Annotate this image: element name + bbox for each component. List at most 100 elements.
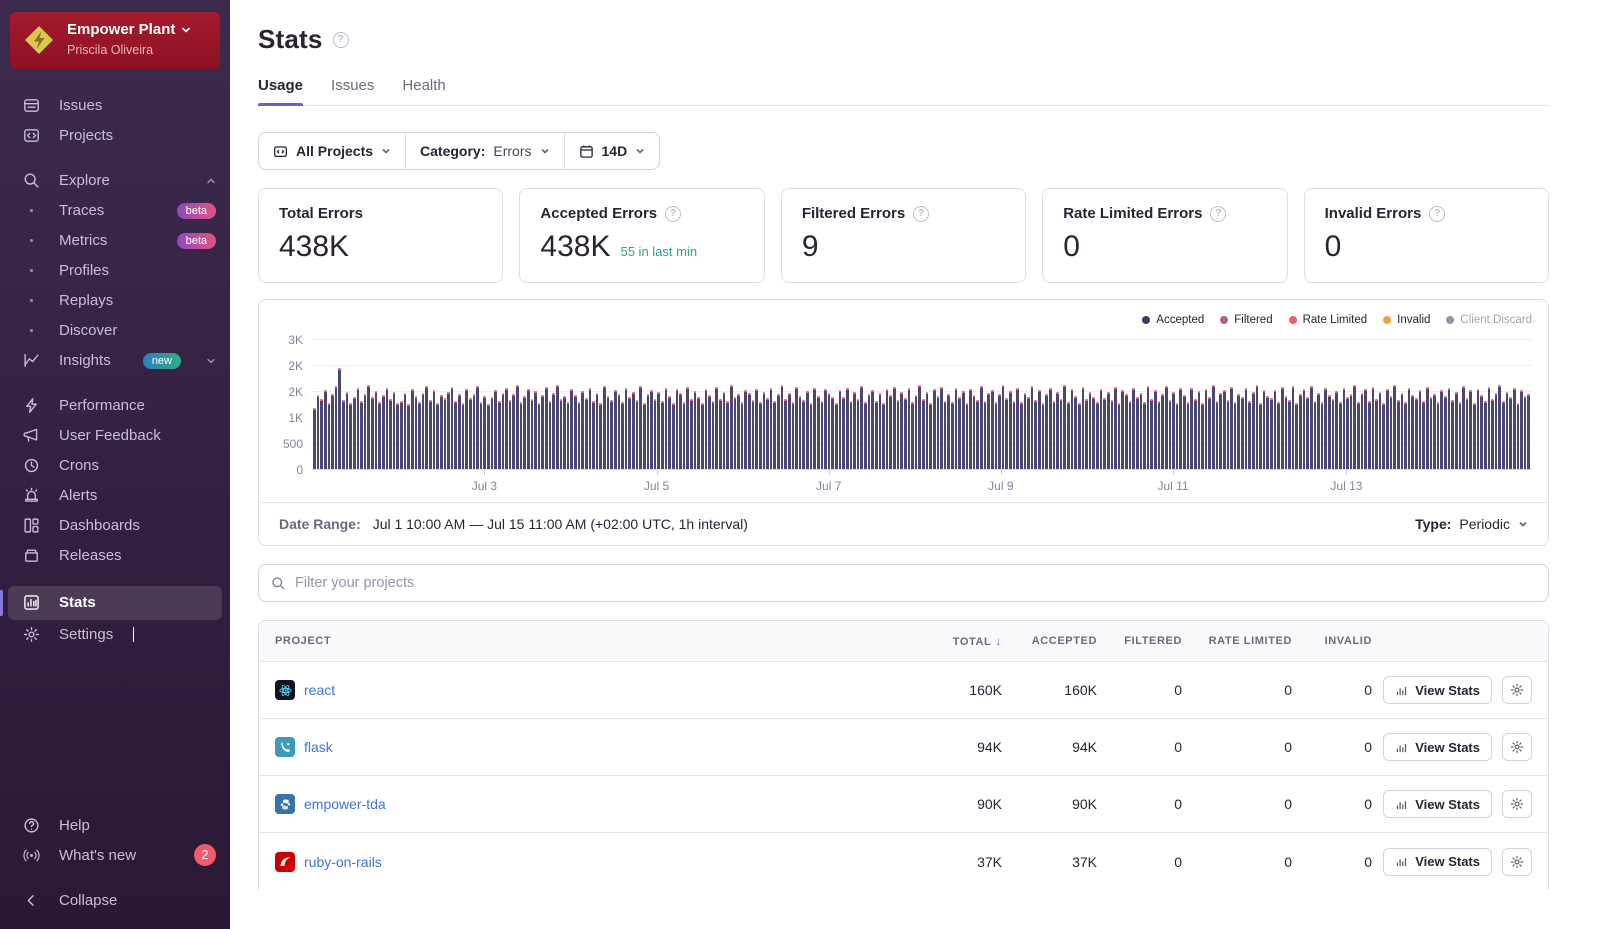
- tab-issues[interactable]: Issues: [331, 77, 374, 105]
- clock-icon: [22, 457, 40, 475]
- card-accepted-errors: Accepted Errors 438K55 in last min: [519, 188, 764, 283]
- category-label: Category:: [420, 143, 485, 159]
- usage-chart-card: Accepted Filtered Rate Limited Invalid C…: [258, 299, 1549, 546]
- project-selector-label: All Projects: [296, 143, 373, 159]
- card-value: 9: [802, 230, 819, 264]
- org-switcher[interactable]: Empower Plant Priscila Oliveira: [10, 12, 220, 69]
- y-axis-labels: 0 500 1K 2K 2K 3K: [275, 340, 311, 470]
- help-circle-icon[interactable]: [333, 32, 349, 48]
- help-circle-icon[interactable]: [913, 206, 929, 222]
- notification-count-badge: 2: [194, 844, 216, 866]
- org-name: Empower Plant: [67, 21, 175, 40]
- sidebar-item-issues[interactable]: Issues: [0, 91, 230, 121]
- help-circle-icon[interactable]: [1429, 206, 1445, 222]
- project-settings-button[interactable]: [1502, 848, 1532, 876]
- view-stats-button[interactable]: View Stats: [1383, 676, 1492, 704]
- sidebar-item-label: What's new: [59, 847, 136, 864]
- sidebar-item-alerts[interactable]: Alerts: [0, 481, 230, 511]
- col-total[interactable]: TOTAL: [953, 636, 992, 648]
- date-range-value: Jul 1 10:00 AM — Jul 15 11:00 AM (+02:00…: [373, 516, 748, 532]
- category-selector[interactable]: Category: Errors: [405, 133, 563, 169]
- sidebar-item-profiles[interactable]: Profiles: [0, 256, 230, 286]
- cell-total: 94K: [892, 739, 1002, 755]
- table-row: react 160K 160K 0 0 0 View Stats: [259, 662, 1548, 719]
- tab-health[interactable]: Health: [402, 77, 445, 105]
- sidebar-item-dashboards[interactable]: Dashboards: [0, 511, 230, 541]
- card-filtered-errors: Filtered Errors 9: [781, 188, 1026, 283]
- chevron-down-icon: [206, 356, 216, 366]
- project-link[interactable]: react: [304, 682, 335, 698]
- sidebar-nav: Issues Projects Explore Traces beta Metr…: [0, 79, 230, 650]
- sidebar-item-releases[interactable]: Releases: [0, 541, 230, 571]
- col-accepted[interactable]: ACCEPTED: [1002, 635, 1097, 647]
- sidebar-item-whats-new[interactable]: What's new 2: [0, 840, 230, 870]
- project-settings-button[interactable]: [1502, 676, 1532, 704]
- gear-icon: [1510, 740, 1524, 754]
- sidebar-item-explore[interactable]: Explore: [0, 166, 230, 196]
- x-axis-labels: Jul 3 Jul 5 Jul 7 Jul 9 Jul 11 Jul 13: [311, 470, 1532, 498]
- sort-desc-icon: [991, 636, 1002, 648]
- col-filtered[interactable]: FILTERED: [1097, 635, 1182, 647]
- sidebar-item-settings[interactable]: Settings: [0, 620, 230, 650]
- projects-table: PROJECT TOTAL ACCEPTED FILTERED RATE LIM…: [258, 620, 1549, 890]
- sidebar-item-projects[interactable]: Projects: [0, 121, 230, 151]
- filter-bar: All Projects Category: Errors 14D: [258, 132, 660, 170]
- sidebar-item-insights[interactable]: Insights new: [0, 346, 230, 376]
- sidebar-collapse-button[interactable]: Collapse: [0, 885, 230, 915]
- card-label: Filtered Errors: [802, 205, 905, 222]
- sidebar-item-label: Dashboards: [59, 517, 140, 534]
- sidebar-item-help[interactable]: Help: [0, 810, 230, 840]
- sidebar-item-discover[interactable]: Discover: [0, 316, 230, 346]
- org-logo-icon: [22, 23, 56, 57]
- date-range-selector[interactable]: 14D: [564, 133, 660, 169]
- issues-icon: [22, 97, 40, 115]
- view-stats-button[interactable]: View Stats: [1383, 848, 1492, 876]
- sidebar-item-label: Alerts: [59, 487, 97, 504]
- col-project[interactable]: PROJECT: [275, 635, 892, 647]
- project-selector[interactable]: All Projects: [259, 133, 405, 169]
- sidebar-item-traces[interactable]: Traces beta: [0, 196, 230, 226]
- sidebar-item-metrics[interactable]: Metrics beta: [0, 226, 230, 256]
- card-value: 438K: [279, 230, 349, 264]
- cell-rate-limited: 0: [1182, 682, 1292, 698]
- project-link[interactable]: ruby-on-rails: [304, 854, 382, 870]
- dashboard-grid-icon: [22, 517, 40, 535]
- cell-accepted: 160K: [1002, 682, 1097, 698]
- chevron-down-icon: [635, 146, 645, 156]
- col-invalid[interactable]: INVALID: [1292, 635, 1372, 647]
- tab-usage[interactable]: Usage: [258, 77, 303, 105]
- project-search: [258, 564, 1549, 602]
- project-link[interactable]: empower-tda: [304, 796, 386, 812]
- view-stats-button[interactable]: View Stats: [1383, 733, 1492, 761]
- project-link[interactable]: flask: [304, 739, 333, 755]
- sidebar-item-crons[interactable]: Crons: [0, 451, 230, 481]
- chart-type-selector[interactable]: Type: Periodic: [1415, 516, 1528, 532]
- sidebar-item-label: Collapse: [59, 892, 117, 909]
- sidebar-item-replays[interactable]: Replays: [0, 286, 230, 316]
- project-settings-button[interactable]: [1502, 790, 1532, 818]
- bullet-icon: [22, 299, 40, 302]
- col-rate-limited[interactable]: RATE LIMITED: [1182, 635, 1292, 647]
- project-search-input[interactable]: [295, 575, 1536, 591]
- cell-accepted: 37K: [1002, 854, 1097, 870]
- sidebar-item-label: User Feedback: [59, 427, 161, 444]
- help-circle-icon[interactable]: [1210, 206, 1226, 222]
- chevron-down-icon: [181, 25, 191, 35]
- project-settings-button[interactable]: [1502, 733, 1532, 761]
- bullet-icon: [22, 239, 40, 242]
- sidebar-item-performance[interactable]: Performance: [0, 391, 230, 421]
- bar-chart-icon: [1395, 684, 1408, 697]
- chevron-up-icon: [206, 176, 216, 186]
- sidebar-item-stats[interactable]: Stats: [8, 586, 222, 620]
- help-circle-icon[interactable]: [665, 206, 681, 222]
- text-cursor: [133, 627, 134, 642]
- view-stats-button[interactable]: View Stats: [1383, 790, 1492, 818]
- megaphone-icon: [22, 427, 40, 445]
- sidebar-item-user-feedback[interactable]: User Feedback: [0, 421, 230, 451]
- bullet-icon: [22, 209, 40, 212]
- card-label: Total Errors: [279, 205, 363, 222]
- help-icon: [22, 816, 40, 834]
- card-label: Rate Limited Errors: [1063, 205, 1202, 222]
- calendar-icon: [579, 144, 594, 159]
- sidebar-item-label: Discover: [59, 322, 117, 339]
